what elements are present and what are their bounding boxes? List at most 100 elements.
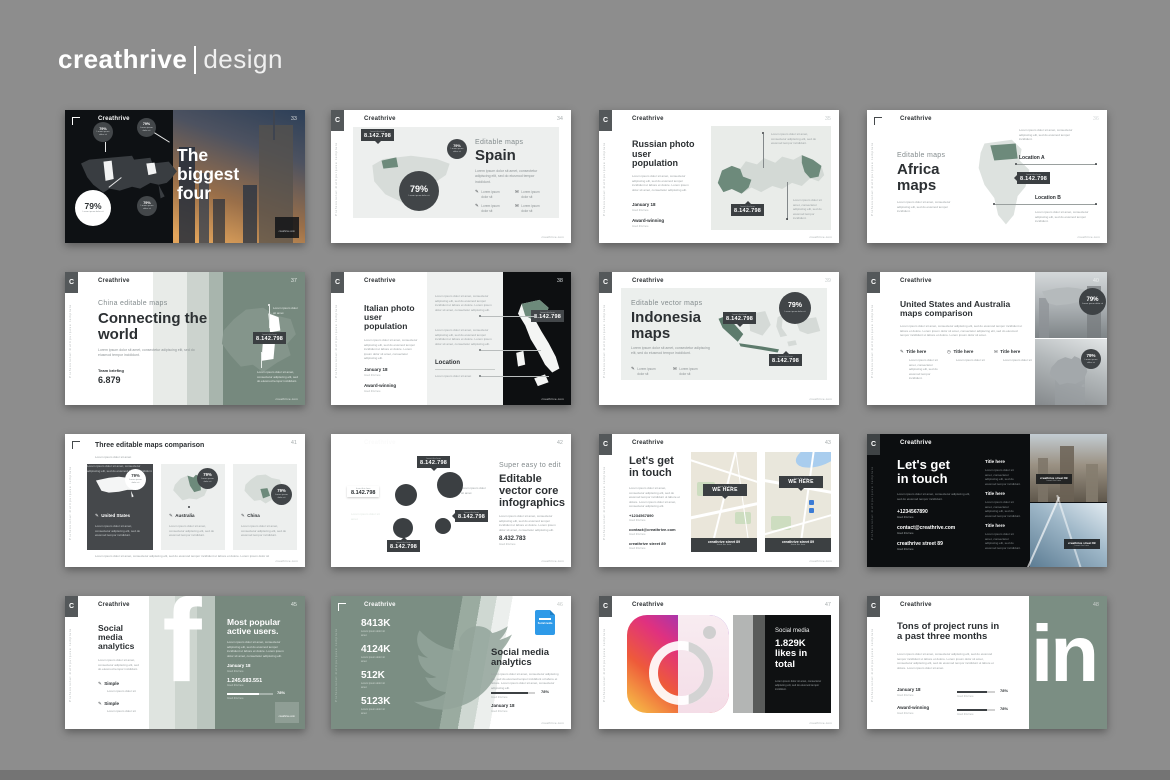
column-title: Title here <box>1000 350 1020 355</box>
map-panel: Lorem ipsum dolor sit amet, consectetur … <box>711 126 831 230</box>
slide-title: Social media analytics <box>98 624 142 652</box>
building-silhouette <box>213 199 225 243</box>
vertical-label: Professional multipurpose template <box>870 628 874 702</box>
brand-logo-name: creathrive <box>58 44 187 75</box>
slide-45[interactable]: f C Professional multipurpose template C… <box>65 596 305 729</box>
footer-url: creathrive.com <box>810 559 832 563</box>
slide-kicker: Editable vector maps <box>631 300 702 307</box>
info-item-hint: Insert this here <box>632 209 649 213</box>
vertical-label: Professional multipurpose template <box>334 142 338 216</box>
annotation-text: Lorem ipsum dolor sit amet, consectetur … <box>1019 128 1075 142</box>
page-number: 42 <box>557 440 563 446</box>
stat-callout-value: 8.142.798 <box>772 358 799 364</box>
band <box>753 615 765 713</box>
body-text: Lorem ipsum dolor sit amet, consectetur … <box>491 672 561 690</box>
pencil-icon: ✎ <box>95 514 99 519</box>
slide-kicker: Super easy to edit <box>499 462 561 469</box>
vertical-label: Professional multipurpose template <box>870 304 874 378</box>
feature-item: ✉ Lorem ipsum dolor sit <box>515 190 547 199</box>
vertical-label: Professional multipurpose template <box>602 304 606 378</box>
slide-41[interactable]: Professional multipurpose template Three… <box>65 434 305 567</box>
slide-brand-header: Creathrive <box>900 440 932 446</box>
info-item-hint: Insert this here <box>491 710 508 714</box>
slide-42[interactable]: Professional multipurpose template Creat… <box>331 434 571 567</box>
stat-circle-caption: Lorem ipsum dolor sit <box>782 311 808 314</box>
stat-circle: 79% Lorem ipsum dolor sit <box>137 196 157 216</box>
stat-circle-caption: Lorem ipsum dolor sit <box>139 205 155 211</box>
divider-line <box>435 369 495 370</box>
footer-url: creathrive.com <box>279 715 295 718</box>
progress-bar <box>491 692 535 694</box>
slide-43[interactable]: C Professional multipurpose template Cre… <box>599 434 839 567</box>
building-spire <box>273 110 275 140</box>
band <box>733 615 753 713</box>
body-text: Lorem ipsum dolor sit amet, consectetur … <box>900 324 1026 342</box>
node-circle <box>435 518 451 534</box>
stat-circle-caption: Lorem ipsum dolor sit <box>139 127 154 133</box>
column-item: ✉ Title here <box>994 350 1020 355</box>
body-text: Lorem ipsum dolor sit amet, consectetur … <box>499 514 561 532</box>
park-patch <box>735 512 751 524</box>
slide-brand-header: Creathrive <box>632 602 664 608</box>
mail-icon: ✉ <box>994 350 998 355</box>
slide-37[interactable]: C Professional multipurpose template Cre… <box>65 272 305 405</box>
slide-title: Let's get in touch <box>629 456 681 480</box>
feature-label: Lorem ipsum dolor sit <box>481 190 507 199</box>
photo-panel-bottom: 79% Lorem ipsum dolor sit <box>1035 339 1107 405</box>
photo-caption-bar: creathrive street 89 Insert this here <box>1036 474 1072 484</box>
annotation-text: Lorem ipsum dolor sit amet, consectetur … <box>435 294 495 312</box>
contact-address: creathrive street 89 <box>629 542 666 546</box>
c-logo: C <box>331 272 344 293</box>
slide-brand-header: Creathrive <box>900 602 932 608</box>
connector-line <box>481 350 541 351</box>
slide-48[interactable]: C Professional multipurpose template Cre… <box>867 596 1107 729</box>
mid-heading: Location <box>435 360 460 367</box>
progress-fill <box>491 692 528 694</box>
page-number: 39 <box>825 278 831 284</box>
brand-logo-suffix: design <box>203 44 283 75</box>
stat-circle-caption: Lorem ipsum dolor sit <box>273 494 290 500</box>
slide-38[interactable]: C Professional multipurpose template Cre… <box>331 272 571 405</box>
stat-circle: 79% Lorem ipsum dolor sit <box>271 484 292 505</box>
card-text: Lorem ipsum dolor sit amet, consectetur … <box>169 524 217 538</box>
street-map-2: Insert this here WE HERE creathrive stre… <box>765 452 831 552</box>
annotation-text: Lorem ipsum dolor sit amet, consectetur … <box>771 132 819 146</box>
slide-title: Spain <box>475 148 516 164</box>
page-number: 47 <box>825 602 831 608</box>
photo-glass-building: creathrive street 89 Insert this here <box>1030 503 1107 567</box>
photo-caption-hint: Insert this here <box>1068 545 1096 547</box>
content-panel: Insert this here 8.142.798 79% Lorem ips… <box>353 127 559 218</box>
slide-brand-header: Creathrive <box>632 116 664 122</box>
annotation-text: Lorem ipsum dolor sit amet, consectetur … <box>257 370 299 384</box>
info-item-title: January 18 <box>491 704 515 709</box>
map-pin-text: WE HERE <box>782 480 820 486</box>
slide-47[interactable]: C Professional multipurpose template Cre… <box>599 596 839 729</box>
slide-44[interactable]: C Professional multipurpose template Cre… <box>867 434 1107 567</box>
info-item-hint: Insert this here <box>364 390 381 394</box>
slide-35[interactable]: C Professional multipurpose template Cre… <box>599 110 839 243</box>
slide-40[interactable]: C Professional multipurpose template Cre… <box>867 272 1107 405</box>
stat-circle-primary: 79% Lorem ipsum dolor sit <box>779 292 811 324</box>
stat-callout: Insert this here 8.142.798 <box>455 510 488 522</box>
linkedin-in-logo: in <box>1031 614 1096 694</box>
page-number: 41 <box>291 440 297 446</box>
column-text: Lorem ipsum dolor sit <box>956 358 988 363</box>
corner-mark-icon <box>338 441 346 449</box>
card-heading: ✎ China <box>241 514 260 519</box>
slide-33[interactable]: Creathrive 33 79% Lorem ipsum dolor sit … <box>65 110 305 243</box>
annotation-line <box>269 306 270 328</box>
stat-caption: Lorem ipsum dolor sit amet <box>361 656 387 663</box>
stat-circle: 79% Lorem ipsum dolor sit <box>1079 288 1106 315</box>
slide-36[interactable]: Professional multipurpose template Creat… <box>867 110 1107 243</box>
slide-39[interactable]: C Professional multipurpose template Cre… <box>599 272 839 405</box>
info-item-title: Award-winning <box>632 219 664 224</box>
footer-url: creathrive.com <box>1078 235 1100 239</box>
slide-46[interactable]: Professional multipurpose template Creat… <box>331 596 571 729</box>
brand-logo-divider <box>194 46 196 74</box>
card-text: Lorem ipsum dolor sit amet, consectetur … <box>241 524 289 538</box>
c-logo: C <box>599 110 612 131</box>
progress-fill <box>227 693 259 695</box>
page-number: 34 <box>557 116 563 122</box>
vertical-label: Professional multipurpose template <box>334 628 338 702</box>
slide-34[interactable]: C Professional multipurpose template Cre… <box>331 110 571 243</box>
